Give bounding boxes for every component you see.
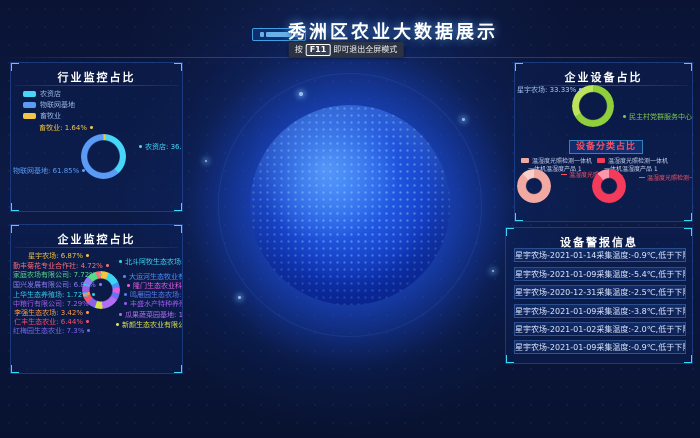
alert-row: 星宇农场-2021-01-09采集温度:-5.4℃,低于下限:0℃ bbox=[514, 267, 686, 281]
globe bbox=[250, 105, 450, 305]
donut-callout: 新颜生态农业有限公司: 6.87 bbox=[116, 321, 183, 329]
corner-bracket bbox=[10, 365, 19, 374]
page-title: 秀洲区农业大数据展示 bbox=[288, 18, 498, 44]
legend-item[interactable]: 物联网基地 bbox=[23, 100, 75, 110]
fullscreen-exit-toast: 按 F11 即可退出全屏模式 bbox=[289, 42, 404, 57]
legend-swatch bbox=[23, 113, 36, 119]
corner-bracket bbox=[684, 355, 693, 364]
sparkle-dot bbox=[462, 118, 465, 121]
alert-row: 星宇农场-2020-12-31采集温度:-2.5℃,低于下限:0℃ bbox=[514, 285, 686, 299]
donut-callout: 中粮行有限公司: 7.29% bbox=[13, 300, 89, 308]
donut-callout: 鸣雁园生态农场: 4.29 bbox=[124, 291, 183, 299]
alert-row: 星宇农场-2021-01-09采集温度:-0.9℃,低于下限:0℃ bbox=[514, 340, 686, 354]
panel-title: 企业监控占比 bbox=[11, 231, 182, 247]
donut-callout: 红梅园生态农业: 7.3% bbox=[13, 327, 89, 335]
category-left-donut-chart[interactable] bbox=[517, 169, 551, 203]
legend-label: 畜牧业 bbox=[40, 111, 61, 121]
panel-device-alerts: 设备警报信息 星宇农场-2021-01-14采集温度:-0.9℃,低于下限:0℃… bbox=[505, 227, 693, 364]
title-underline bbox=[15, 85, 178, 86]
corner-bracket bbox=[514, 213, 523, 222]
industry-donut-chart[interactable] bbox=[81, 134, 126, 179]
donut-callout: 仁丰生态农业: 6.44% bbox=[13, 318, 89, 326]
donut-callout: 星宇农场: 33.33% bbox=[517, 86, 567, 94]
donut-callout: 农资店: 36.57% bbox=[139, 143, 183, 151]
donut-callout: 大运河生态牧业有限责任公 bbox=[123, 273, 183, 281]
device-donut-chart[interactable] bbox=[572, 85, 614, 127]
donut-callout: 丰盛水产特种养殖场: 1. bbox=[124, 300, 183, 308]
panel-industry-monitor: 行业监控占比 农资店 物联网基地 畜牧业 畜牧业: 1.64% 农资店: 36.… bbox=[10, 62, 183, 212]
donut-callout: 家庭农场有限公司: 7.72% bbox=[13, 271, 89, 279]
donut-callout: 北斗阿牧生态农场: 11.56% bbox=[119, 258, 183, 266]
panel-title: 行业监控占比 bbox=[11, 69, 182, 85]
donut-callout: 国兴发展有限公司: 6.87% bbox=[13, 281, 89, 289]
sparkle-dot bbox=[205, 160, 207, 162]
donut-callout: 物联网基地: 61.85% bbox=[13, 167, 83, 175]
legend-item[interactable]: 农资店 bbox=[23, 89, 61, 99]
toast-suffix: 即可退出全屏模式 bbox=[333, 44, 397, 55]
legend-label: 物联网基地 bbox=[40, 100, 75, 110]
alert-row: 星宇农场-2021-01-09采集温度:-3.8℃,低于下限:0℃ bbox=[514, 304, 686, 318]
corner-bracket bbox=[174, 203, 183, 212]
f11-key-badge: F11 bbox=[306, 44, 331, 56]
category-right-donut-chart[interactable] bbox=[592, 169, 626, 203]
alert-row: 星宇农场-2021-01-02采集温度:-2.0℃,低于下限:0℃ bbox=[514, 322, 686, 336]
legend-item[interactable]: 畜牧业 bbox=[23, 111, 61, 121]
donut-callout: 勤丰菊花专业合作社: 4.72% bbox=[13, 262, 89, 270]
donut-callout: 隆门生态农业科技有限公 bbox=[127, 282, 183, 290]
corner-bracket bbox=[684, 213, 693, 222]
legend-swatch bbox=[23, 91, 36, 97]
sparkle-dot bbox=[299, 92, 303, 96]
donut-callout: 李强生态农场: 3.42% bbox=[13, 309, 89, 317]
sparkle-dot bbox=[492, 270, 494, 272]
logo-glyph bbox=[260, 32, 264, 37]
panel-title: 企业设备占比 bbox=[515, 69, 692, 85]
corner-bracket bbox=[174, 365, 183, 374]
donut-callout: 畜牧业: 1.64% bbox=[19, 124, 93, 132]
donut-callout: 民主村党群服务中心: bbox=[623, 113, 693, 121]
alert-row: 星宇农场-2021-01-14采集温度:-0.9℃,低于下限:0℃ bbox=[514, 248, 686, 262]
dashboard-screen: 秀洲区农业大数据展示 按 F11 即可退出全屏模式 行业监控占比 农资店 物联网… bbox=[0, 0, 700, 438]
corner-bracket bbox=[10, 203, 19, 212]
donut-callout: 瓜果蔬菜园基地: 15.02% bbox=[119, 311, 183, 319]
corner-bracket bbox=[505, 355, 514, 364]
legend-label: 农资店 bbox=[40, 89, 61, 99]
donut-callout: 上华生态养殖场: 1.72% bbox=[13, 291, 89, 299]
legend-swatch bbox=[597, 158, 605, 163]
title-underline bbox=[15, 247, 178, 248]
panel-enterprise-monitor: 企业监控占比 星宇农场: 6.87% 勤丰菊花专业合作社: 4.72% 家庭农场… bbox=[10, 224, 183, 374]
device-category-subtitle: 设备分类占比 bbox=[569, 140, 643, 154]
donut-callout: 温湿度光照检测一— bbox=[639, 173, 693, 182]
panel-enterprise-device: 企业设备占比 星宇农场: 33.33% 民主村党群服务中心: 设备分类占比 温湿… bbox=[514, 62, 693, 222]
toast-prefix: 按 bbox=[295, 44, 303, 55]
sparkle-dot bbox=[238, 296, 241, 299]
legend-swatch bbox=[23, 102, 36, 108]
donut-callout: 星宇农场: 6.87% bbox=[13, 252, 89, 260]
legend-swatch bbox=[521, 158, 529, 163]
